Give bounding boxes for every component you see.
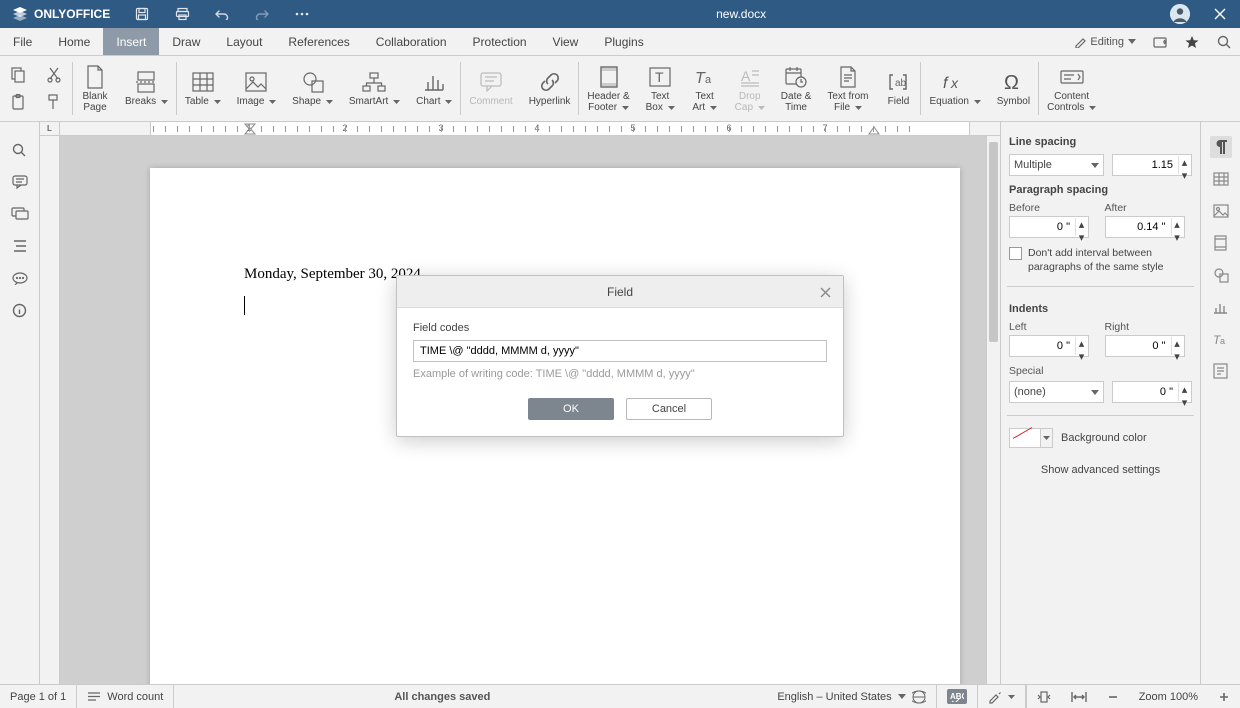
dialog-title: Field: [397, 276, 843, 308]
field-codes-hint: Example of writing code: TIME \@ "dddd, …: [413, 368, 827, 380]
modal-overlay: Field Field codes Example of writing cod…: [0, 0, 1240, 708]
ok-button[interactable]: OK: [528, 398, 614, 420]
field-codes-label: Field codes: [413, 322, 469, 334]
field-dialog: Field Field codes Example of writing cod…: [396, 275, 844, 437]
field-codes-input[interactable]: [413, 340, 827, 362]
dialog-close-icon[interactable]: [815, 282, 835, 302]
cancel-button[interactable]: Cancel: [626, 398, 712, 420]
